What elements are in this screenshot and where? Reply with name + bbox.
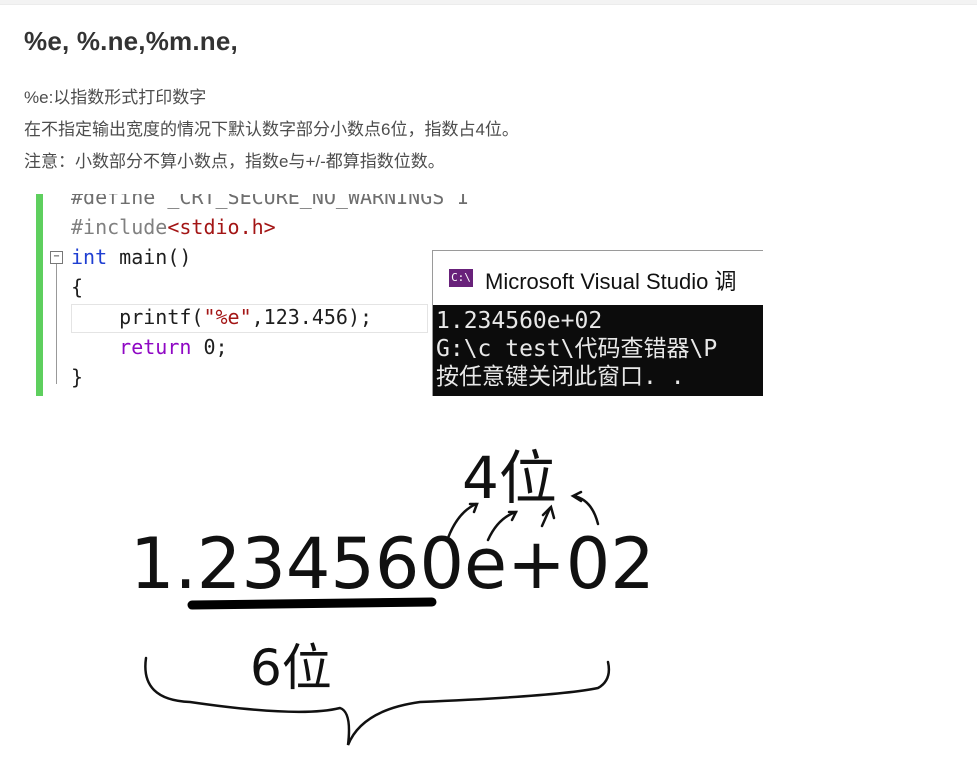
printf-args: ,123.456);: [251, 305, 373, 329]
code-line-return: return 0;: [71, 332, 228, 362]
top-border: [0, 0, 977, 5]
code-line-include: #include<stdio.h>: [71, 212, 276, 242]
collapse-icon: −: [50, 251, 63, 264]
handwritten-annotation: 4位 1.234560e+02 6位: [130, 444, 655, 746]
mantissa-brace: [144, 656, 611, 746]
paragraph-1: %e:以指数形式打印数字: [24, 88, 207, 107]
code-line-define: #define _CRT_SECURE_NO_WARNINGS 1: [71, 194, 469, 209]
console-window: C:\ Microsoft Visual Studio 调 1.234560e+…: [432, 250, 763, 396]
code-line-main: int main(): [71, 242, 191, 272]
include-file: <stdio.h>: [167, 215, 276, 239]
console-output-line-1: 1.234560e+02: [436, 308, 603, 334]
mantissa-underline: [187, 597, 437, 610]
return-keyword: return: [71, 335, 192, 359]
code-screenshot: − #define _CRT_SECURE_NO_WARNINGS 1 #inc…: [33, 194, 763, 396]
section-heading: %e, %.ne,%m.ne,: [24, 26, 238, 56]
visual-studio-icon: C:\: [449, 269, 473, 287]
mantissa-width-label: 6位: [250, 639, 332, 697]
console-output-line-2: G:\c test\代码查错器\P: [436, 336, 718, 362]
main-signature: main(): [107, 245, 192, 269]
fold-guide-line: [56, 264, 57, 384]
console-title: Microsoft Visual Studio 调: [485, 269, 737, 294]
change-indicator-bar: [36, 194, 43, 396]
exponent-width-label: 4位: [462, 444, 557, 512]
printf-call: printf(: [71, 305, 204, 329]
console-output-line-3: 按任意键关闭此窗口. .: [436, 364, 685, 390]
return-value: 0;: [191, 335, 228, 359]
include-directive: #include: [71, 215, 168, 239]
code-line-open-brace: {: [71, 275, 84, 299]
paragraph-2: 在不指定输出宽度的情况下默认数字部分小数点6位，指数占4位。: [24, 120, 519, 139]
code-line-printf: printf("%e",123.456);: [71, 302, 372, 332]
paragraph-3: 注意：小数部分不算小数点，指数e与+/-都算指数位数。: [24, 152, 445, 171]
console-titlebar: C:\ Microsoft Visual Studio 调: [433, 251, 763, 305]
format-string: "%e": [203, 305, 252, 329]
int-keyword: int: [71, 245, 108, 269]
code-line-close-brace: }: [71, 365, 84, 389]
annotated-number: 1.234560e+02: [130, 523, 655, 605]
